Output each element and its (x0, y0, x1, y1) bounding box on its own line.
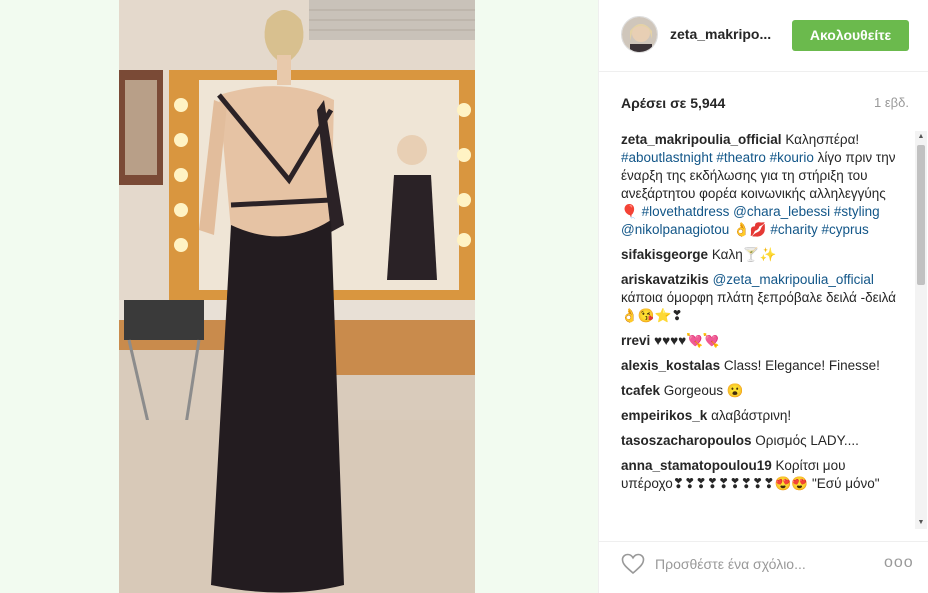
hashtag-link[interactable]: #charity #cyprus (770, 222, 868, 237)
comment-item: anna_stamatopoulou19 Κορίτσι μου υπέροχο… (621, 457, 897, 493)
comment-item: empeirikos_k αλαβάστρινη! (621, 407, 897, 425)
post-actions: ooo (599, 541, 928, 593)
scrollbar-thumb[interactable] (917, 145, 925, 285)
comment-text: Καλη🍸✨ (711, 247, 777, 262)
comment-text: Ορισμός LADY.... (755, 433, 859, 448)
username-link[interactable]: zeta_makripo... (670, 26, 771, 42)
likes-count[interactable]: Αρέσει σε 5,944 (621, 95, 725, 111)
comment-username[interactable]: sifakisgeorge (621, 247, 708, 262)
scroll-up-arrow-icon[interactable]: ▲ (917, 133, 925, 141)
comment-username[interactable]: tcafek (621, 383, 660, 398)
comment-username[interactable]: anna_stamatopoulou19 (621, 458, 772, 473)
comment-text: Καλησπέρα! (785, 132, 860, 147)
comment-username[interactable]: ariskavatzikis (621, 272, 709, 287)
comment-text: Class! Elegance! Finesse! (723, 358, 880, 373)
heart-outline-icon[interactable] (621, 553, 645, 575)
comment-item: rrevi ♥♥♥♥💘💘 (621, 332, 897, 350)
comment-item: tasoszacharopoulos Ορισμός LADY.... (621, 432, 897, 450)
avatar[interactable] (621, 16, 658, 53)
comment-username[interactable]: zeta_makripoulia_official (621, 132, 782, 147)
post-photo[interactable] (119, 0, 475, 593)
comment-list[interactable]: zeta_makripoulia_official Καλησπέρα! #ab… (621, 131, 897, 529)
instagram-post-view: zeta_makripo... Ακολουθείτε Αρέσει σε 5,… (0, 0, 928, 593)
photo-area (0, 0, 598, 593)
comment-scrollbar[interactable]: ▲ ▼ (915, 131, 927, 529)
comment-username[interactable]: rrevi (621, 333, 650, 348)
ellipsis-icon[interactable]: ooo (884, 554, 914, 572)
hashtag-link[interactable]: @zeta_makripoulia_official (713, 272, 874, 287)
comment-item: tcafek Gorgeous 😮 (621, 382, 897, 400)
comment-username[interactable]: tasoszacharopoulos (621, 433, 752, 448)
comment-username[interactable]: empeirikos_k (621, 408, 707, 423)
comment-item: alexis_kostalas Class! Elegance! Finesse… (621, 357, 897, 375)
add-comment-input[interactable] (655, 554, 855, 574)
post-side-panel: zeta_makripo... Ακολουθείτε Αρέσει σε 5,… (598, 0, 928, 593)
comment-item: ariskavatzikis @zeta_makripoulia_officia… (621, 271, 897, 325)
post-time[interactable]: 1 εβδ. (874, 95, 909, 110)
comment-item: sifakisgeorge Καλη🍸✨ (621, 246, 897, 264)
following-button[interactable]: Ακολουθείτε (792, 20, 909, 51)
post-header: zeta_makripo... Ακολουθείτε (599, 0, 928, 72)
comment-text: Gorgeous 😮 (663, 383, 744, 398)
scroll-down-arrow-icon[interactable]: ▼ (917, 519, 925, 527)
comment-text: αλαβάστρινη! (711, 408, 792, 423)
comment-text: ♥♥♥♥💘💘 (654, 333, 720, 348)
comment-username[interactable]: alexis_kostalas (621, 358, 720, 373)
post-caption: zeta_makripoulia_official Καλησπέρα! #ab… (621, 131, 897, 239)
comment-text: κάποια όμορφη πλάτη ξεπρόβαλε δειλά -δει… (621, 290, 896, 323)
hashtag-link[interactable]: #aboutlastnight #theatro #kourio (621, 150, 814, 165)
comment-text: 👌💋 (729, 222, 771, 237)
post-stats: Αρέσει σε 5,944 1 εβδ. (621, 95, 909, 115)
